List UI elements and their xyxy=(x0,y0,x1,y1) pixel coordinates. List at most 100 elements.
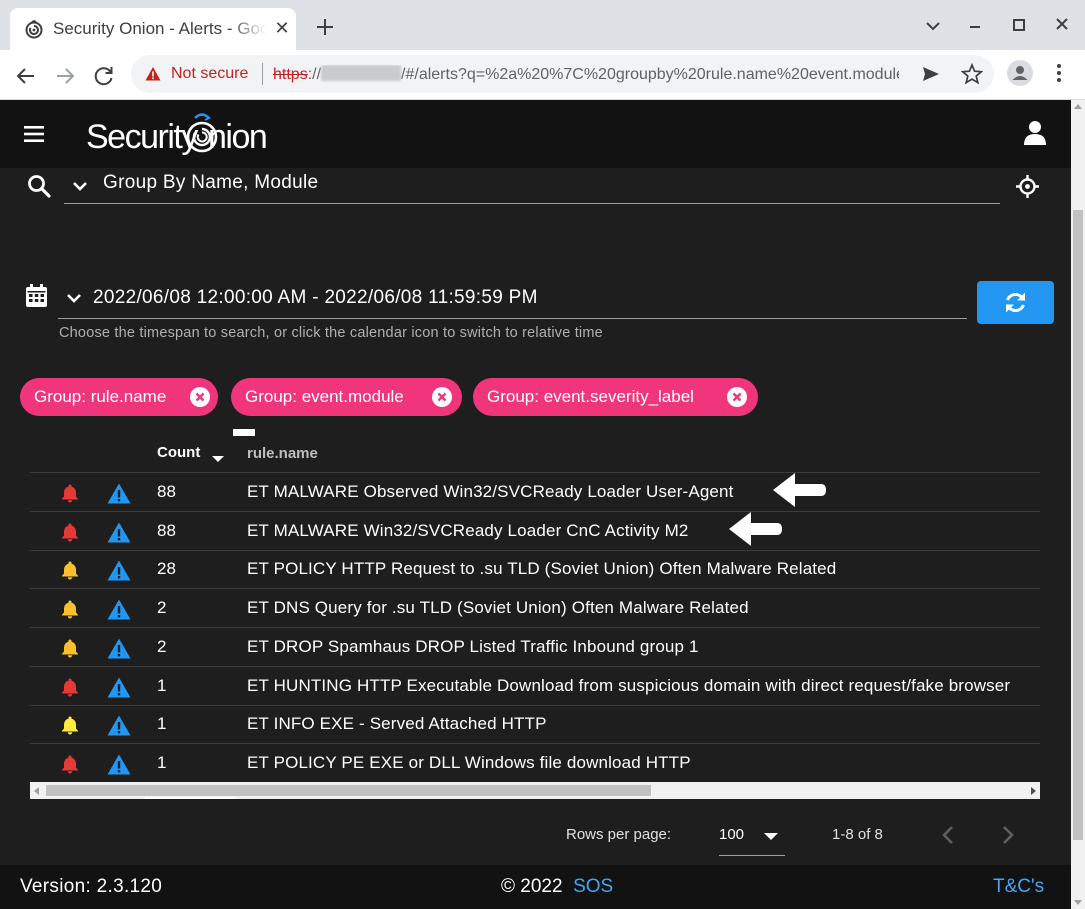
close-window-icon[interactable] xyxy=(1049,12,1075,38)
scroll-left-arrow-icon[interactable] xyxy=(34,787,39,795)
row-rule-name[interactable]: ET INFO EXE - Served Attached HTTP xyxy=(247,714,1040,734)
scrollbar-thumb[interactable] xyxy=(46,785,651,796)
tab-close-icon[interactable]: ✕ xyxy=(272,18,292,38)
calendar-icon[interactable] xyxy=(26,284,47,307)
brand-word-security: Security xyxy=(86,118,198,156)
warning-triangle-icon[interactable] xyxy=(107,560,131,581)
kebab-menu-icon[interactable] xyxy=(1050,60,1068,86)
url-scheme: https xyxy=(273,66,308,83)
table-row[interactable]: 2 ET DROP Spamhaus DROP Listed Traffic In… xyxy=(30,628,1040,667)
row-rule-name[interactable]: ET POLICY PE EXE or DLL Windows file dow… xyxy=(247,753,1040,773)
page-scrollbar-thumb[interactable] xyxy=(1073,210,1083,840)
query-dropdown-chevron-icon[interactable] xyxy=(72,180,88,192)
forward-arrow-icon[interactable] xyxy=(51,62,79,90)
rows-per-page-caret-icon[interactable] xyxy=(764,833,778,840)
profile-icon[interactable] xyxy=(1007,60,1033,86)
url-text[interactable]: https:// /#/alerts?q=%2a%20%7C%20groupby%… xyxy=(273,65,899,84)
row-rule-name[interactable]: ET DNS Query for .su TLD (Soviet Union) … xyxy=(247,598,1040,618)
browser-toolbar: Not secure https:// /#/alerts?q=%2a%20%7C… xyxy=(0,50,1085,100)
row-rule-name[interactable]: ET MALWARE Win32/SVCReady Loader CnC Act… xyxy=(247,521,1040,541)
query-selector[interactable]: Group By Name, Module xyxy=(103,172,318,194)
date-range-hint: Choose the timespan to search, or click … xyxy=(59,325,603,341)
warning-triangle-icon[interactable] xyxy=(107,677,131,698)
date-range-input[interactable]: 2022/06/08 12:00:00 AM - 2022/06/08 11:5… xyxy=(93,287,538,309)
new-tab-icon[interactable] xyxy=(312,14,338,40)
warning-triangle-icon[interactable] xyxy=(107,599,131,620)
user-account-icon[interactable] xyxy=(1023,120,1047,146)
bell-icon[interactable] xyxy=(60,599,80,619)
row-count: 1 xyxy=(157,714,167,734)
query-underline xyxy=(64,203,1000,204)
warning-triangle-icon[interactable] xyxy=(107,754,131,775)
crosshairs-icon[interactable] xyxy=(1016,175,1039,198)
row-rule-name[interactable]: ET MALWARE Observed Win32/SVCReady Loade… xyxy=(247,482,1040,502)
scrollbar-marker xyxy=(145,797,235,799)
tab-search-chevron-icon[interactable] xyxy=(920,12,946,38)
bell-icon[interactable] xyxy=(60,522,80,542)
group-chip-event-severity-label[interactable]: Group: event.severity_label xyxy=(473,378,758,416)
table-row[interactable]: 88 ET MALWARE Observed Win32/SVCReady Loa… xyxy=(30,473,1040,512)
table-row[interactable]: 1 ET POLICY PE EXE or DLL Windows file do… xyxy=(30,744,1040,783)
warning-triangle-icon[interactable] xyxy=(107,522,131,543)
send-icon[interactable] xyxy=(921,64,941,84)
bell-icon[interactable] xyxy=(60,754,80,774)
refresh-button[interactable] xyxy=(977,281,1054,324)
address-bar[interactable]: Not secure https:// /#/alerts?q=%2a%20%7C… xyxy=(131,55,994,93)
tab-title: Security Onion - Alerts - Google Chrome xyxy=(53,19,267,38)
scroll-right-arrow-icon[interactable] xyxy=(1031,787,1036,795)
hamburger-menu-icon[interactable] xyxy=(24,125,44,143)
sos-link[interactable]: SOS xyxy=(573,876,613,897)
warning-triangle-icon[interactable] xyxy=(107,638,131,659)
bell-icon[interactable] xyxy=(60,715,80,735)
page-vertical-scrollbar[interactable] xyxy=(1071,100,1085,909)
table-row[interactable]: 28 ET POLICY HTTP Request to .su TLD (Sov… xyxy=(30,550,1040,590)
browser-tab[interactable]: Security Onion - Alerts - Google Chrome … xyxy=(10,8,296,50)
version-label: Version: 2.3.120 xyxy=(20,876,163,897)
scroll-up-arrow-icon[interactable] xyxy=(1074,104,1082,109)
row-rule-name[interactable]: ET DROP Spamhaus DROP Listed Traffic Inb… xyxy=(247,637,1040,657)
group-chip-event-module[interactable]: Group: event.module xyxy=(231,378,462,416)
column-header-rule-name[interactable]: rule.name xyxy=(247,445,318,462)
chip-close-icon[interactable] xyxy=(190,387,210,407)
url-scheme-separator: :// xyxy=(307,66,322,83)
copyright: © 2022 SOS xyxy=(501,876,613,898)
search-icon[interactable] xyxy=(27,174,51,198)
previous-page-icon[interactable] xyxy=(938,824,958,846)
table-horizontal-scrollbar[interactable] xyxy=(30,782,1040,799)
minimize-icon[interactable] xyxy=(962,12,988,38)
warning-triangle-icon[interactable] xyxy=(107,483,131,504)
terms-link[interactable]: T&C's xyxy=(993,876,1044,898)
date-dropdown-chevron-icon[interactable] xyxy=(66,292,82,304)
group-chip-rule-name[interactable]: Group: rule.name xyxy=(20,378,218,416)
security-onion-favicon xyxy=(25,20,43,39)
rows-per-page-select[interactable]: 100 xyxy=(719,826,744,843)
row-count: 88 xyxy=(157,520,176,540)
table-row[interactable]: 88 ET MALWARE Win32/SVCReady Loader CnC A… xyxy=(30,512,1040,551)
column-header-count[interactable]: Count xyxy=(157,444,200,461)
not-secure-label[interactable]: Not secure xyxy=(171,65,248,83)
warning-triangle-icon[interactable] xyxy=(107,715,131,736)
bell-icon[interactable] xyxy=(60,677,80,697)
scroll-down-arrow-icon[interactable] xyxy=(1074,900,1082,905)
row-rule-name[interactable]: ET POLICY HTTP Request to .su TLD (Sovie… xyxy=(247,559,1040,579)
next-page-icon[interactable] xyxy=(998,824,1018,846)
chip-close-icon[interactable] xyxy=(727,387,747,407)
maximize-icon[interactable] xyxy=(1006,12,1032,38)
table-row[interactable]: 2 ET DNS Query for .su TLD (Soviet Union)… xyxy=(30,589,1040,629)
table-row[interactable]: 1 ET INFO EXE - Served Attached HTTP xyxy=(30,705,1040,745)
reload-icon[interactable] xyxy=(90,62,118,90)
chip-close-icon[interactable] xyxy=(432,387,452,407)
bell-icon[interactable] xyxy=(60,483,80,503)
row-count: 1 xyxy=(157,675,167,695)
row-rule-name[interactable]: ET HUNTING HTTP Executable Download from… xyxy=(247,676,1040,696)
back-arrow-icon[interactable] xyxy=(12,62,40,90)
rows-per-page-label: Rows per page: xyxy=(566,826,672,843)
star-icon[interactable] xyxy=(961,63,983,85)
bell-icon[interactable] xyxy=(60,560,80,580)
bell-icon[interactable] xyxy=(60,638,80,658)
brand-word-onion: nion xyxy=(208,118,268,156)
table-row[interactable]: 1 ET HUNTING HTTP Executable Download fro… xyxy=(30,667,1040,706)
row-count: 2 xyxy=(157,598,167,618)
chip-label: Group: rule.name xyxy=(34,387,167,406)
sort-descending-icon[interactable] xyxy=(212,456,224,462)
